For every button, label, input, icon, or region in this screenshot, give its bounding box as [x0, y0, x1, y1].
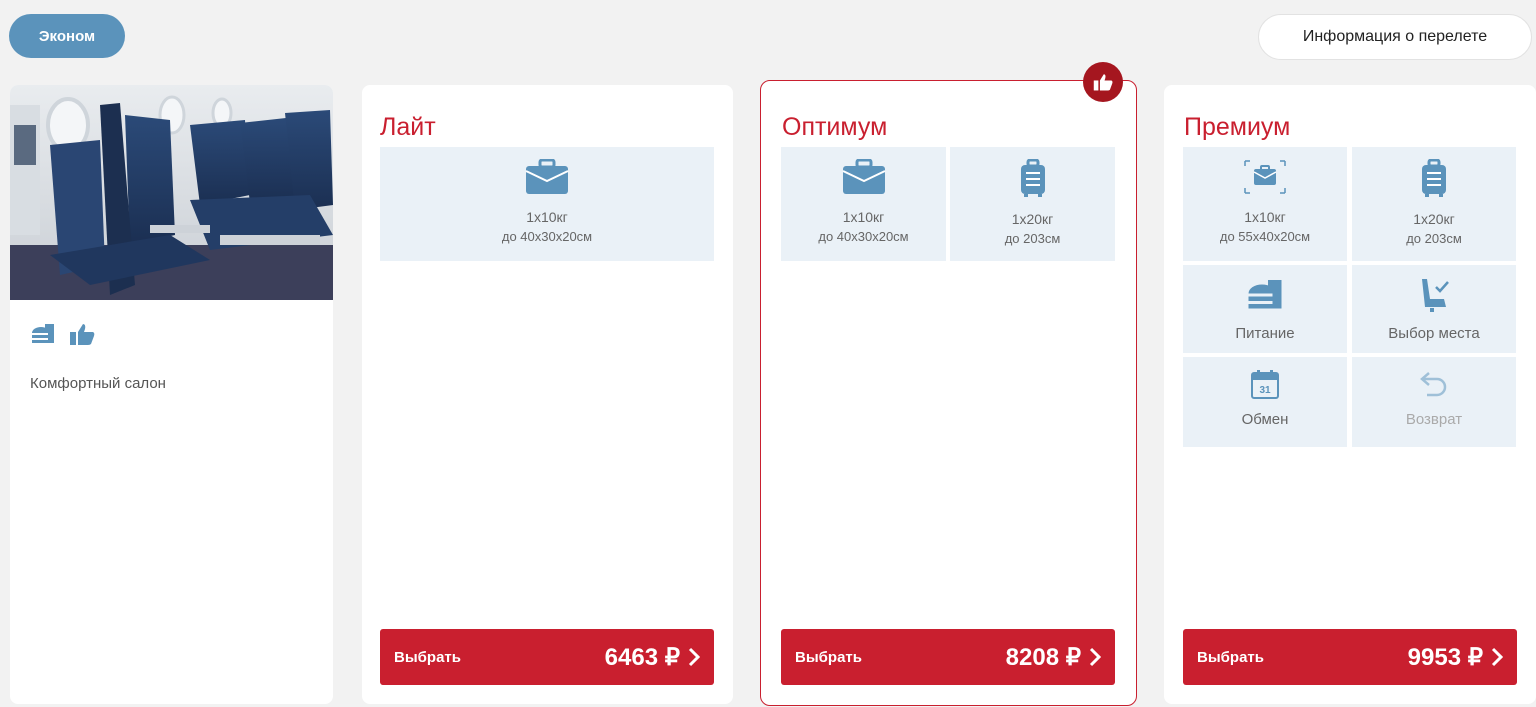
price: 9953 ₽ — [1407, 643, 1483, 671]
chevron-right-icon — [1491, 647, 1503, 667]
calendar-day: 31 — [1259, 385, 1271, 396]
class-economy-pill[interactable]: Эконом — [9, 14, 125, 58]
feature-checked-baggage: 1x20кг до 203см — [1352, 147, 1516, 261]
price: 8208 ₽ — [1005, 643, 1081, 671]
feature-size: до 55x40x20см — [1219, 229, 1311, 244]
tariff-card-premium: Премиум 1x10кг до 55x40x20см 1x20кг до 2… — [1164, 85, 1536, 704]
return-arrow-icon — [1419, 369, 1449, 399]
feature-meal: Питание — [1183, 265, 1347, 353]
feature-hand-luggage: 1x10кг до 40x30x20см — [380, 147, 714, 261]
feature-weight: 1x10кг — [1244, 209, 1286, 225]
suitcase-icon — [1020, 159, 1046, 197]
thumbs-up-icon — [69, 323, 95, 350]
select-lite-button[interactable]: Выбрать 6463 ₽ — [380, 629, 714, 685]
meal-icon — [1247, 277, 1283, 313]
feature-weight: 1x20кг — [1413, 211, 1455, 227]
feature-hand-luggage: 1x10кг до 40x30x20см — [781, 147, 946, 261]
tariff-title: Лайт — [380, 113, 436, 141]
tariff-title: Премиум — [1184, 113, 1291, 141]
recommended-badge — [1083, 62, 1123, 102]
feature-weight: 1x10кг — [526, 209, 568, 225]
select-label: Выбрать — [394, 648, 461, 666]
tariff-title: Оптимум — [782, 113, 888, 141]
feature-size: до 40x30x20см — [501, 229, 593, 244]
chevron-right-icon — [688, 647, 700, 667]
feature-seat-selection: Выбор места — [1352, 265, 1516, 353]
thumbs-up-icon — [1093, 74, 1113, 91]
select-optimum-button[interactable]: Выбрать 8208 ₽ — [781, 629, 1115, 685]
select-label: Выбрать — [795, 648, 862, 666]
feature-refund: Возврат — [1352, 357, 1516, 447]
feature-weight: 1x10кг — [842, 209, 885, 225]
feature-label: Обмен — [1241, 411, 1289, 428]
briefcase-icon — [525, 159, 569, 195]
feature-label: Возврат — [1405, 411, 1463, 428]
select-premium-button[interactable]: Выбрать 9953 ₽ — [1183, 629, 1517, 685]
briefcase-icon — [842, 159, 886, 195]
cabin-feature-icons — [31, 323, 95, 350]
meal-icon — [31, 323, 55, 350]
tariff-card-lite: Лайт 1x10кг до 40x30x20см Выбрать 6463 ₽ — [362, 85, 733, 704]
feature-size: до 203см — [1004, 231, 1061, 246]
cabin-description: Комфортный салон — [30, 375, 166, 392]
feature-weight: 1x20кг — [1011, 211, 1054, 227]
tariff-selection: Эконом Информация о перелете Комфортный … — [0, 0, 1536, 707]
feature-size: до 40x30x20см — [818, 229, 909, 244]
feature-size: до 203см — [1406, 231, 1462, 246]
flight-info-button[interactable]: Информация о перелете — [1258, 14, 1532, 60]
select-label: Выбрать — [1197, 648, 1264, 666]
chevron-right-icon — [1089, 647, 1101, 667]
price: 6463 ₽ — [604, 643, 680, 671]
feature-label: Питание — [1235, 325, 1295, 342]
feature-exchange: 31 Обмен — [1183, 357, 1347, 447]
suitcase-icon — [1421, 159, 1447, 197]
briefcase-expand-icon — [1243, 159, 1287, 195]
cabin-card: Комфортный салон — [10, 85, 333, 704]
seat-select-icon — [1418, 277, 1450, 313]
feature-hand-luggage: 1x10кг до 55x40x20см — [1183, 147, 1347, 261]
feature-checked-baggage: 1x20кг до 203см — [950, 147, 1115, 261]
airplane-cabin-photo — [10, 85, 333, 300]
calendar-icon: 31 — [1251, 369, 1279, 399]
tariff-card-optimum: Оптимум 1x10кг до 40x30x20см 1x20кг до 2… — [760, 80, 1137, 706]
feature-label: Выбор места — [1388, 325, 1480, 342]
